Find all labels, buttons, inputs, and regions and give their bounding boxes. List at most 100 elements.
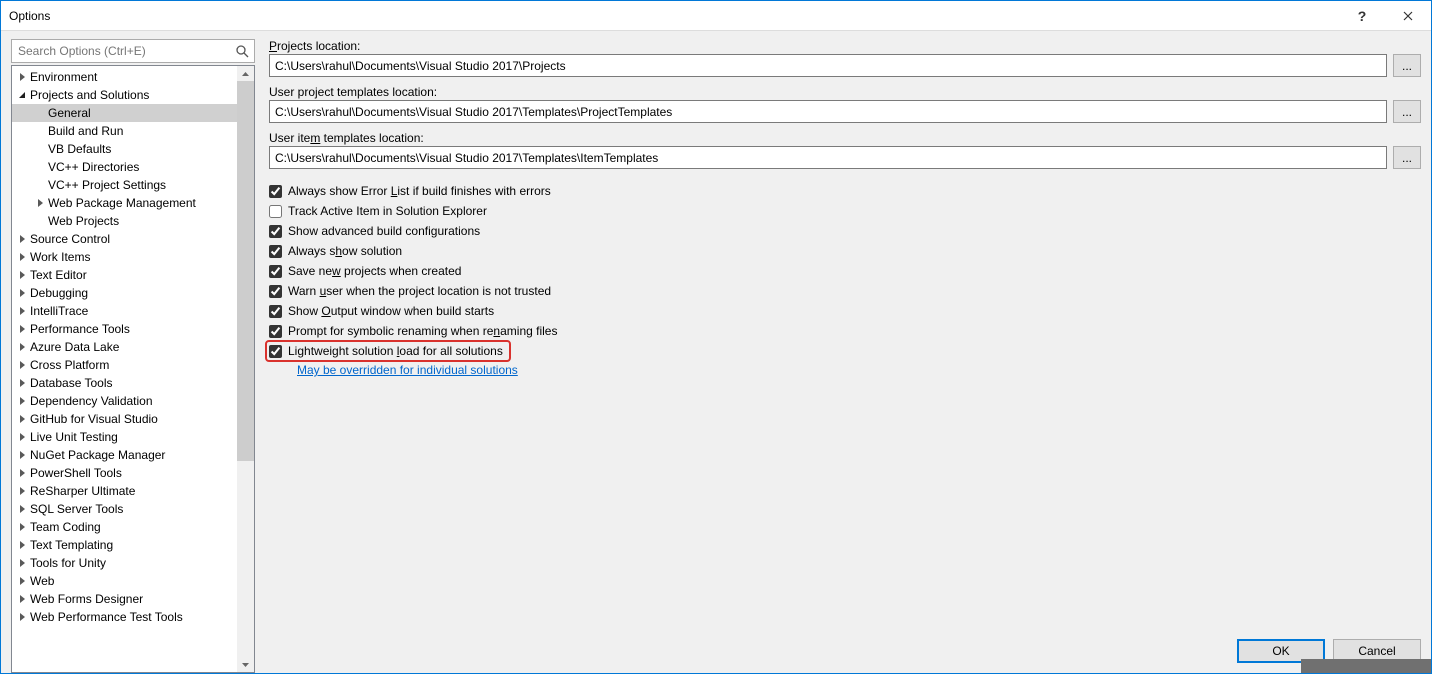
tree-item[interactable]: Performance Tools [12,320,254,338]
chevron-right-icon[interactable] [16,73,28,81]
checkbox[interactable] [269,225,282,238]
chevron-down-icon[interactable] [16,91,28,99]
tree-item[interactable]: Cross Platform [12,356,254,374]
tree-item[interactable]: ReSharper Ultimate [12,482,254,500]
checkbox-label[interactable]: Always show solution [288,244,402,258]
checkbox[interactable] [269,185,282,198]
title-bar: Options ? [1,1,1431,31]
tree-item[interactable]: Text Editor [12,266,254,284]
checkbox[interactable] [269,325,282,338]
tree-item[interactable]: VC++ Directories [12,158,254,176]
user-item-templates-browse[interactable]: ... [1393,146,1421,169]
chevron-right-icon[interactable] [16,433,28,441]
chevron-right-icon[interactable] [16,253,28,261]
tree-item[interactable]: Database Tools [12,374,254,392]
checkbox-row: Always show Error List if build finishes… [269,181,1421,201]
checkbox-label[interactable]: Lightweight solution load for all soluti… [288,344,503,358]
tree-item[interactable]: Dependency Validation [12,392,254,410]
chevron-right-icon[interactable] [16,469,28,477]
checkbox-label[interactable]: Track Active Item in Solution Explorer [288,204,487,218]
chevron-right-icon[interactable] [16,271,28,279]
user-item-templates-input[interactable] [269,146,1387,169]
scroll-up-arrow[interactable] [237,66,254,81]
override-link[interactable]: May be overridden for individual solutio… [269,361,1421,379]
tree-item[interactable]: Work Items [12,248,254,266]
chevron-right-icon[interactable] [16,613,28,621]
projects-location-input[interactable] [269,54,1387,77]
chevron-right-icon[interactable] [16,307,28,315]
close-button[interactable] [1385,1,1431,31]
checkbox[interactable] [269,205,282,218]
tree-item[interactable]: General [12,104,254,122]
tree-item-label: Cross Platform [28,356,109,374]
tree-item-label: VB Defaults [46,140,111,158]
tree-item[interactable]: Debugging [12,284,254,302]
help-button[interactable]: ? [1339,1,1385,31]
checkbox[interactable] [269,245,282,258]
scrollbar-thumb[interactable] [237,81,254,461]
checkbox-label[interactable]: Always show Error List if build finishes… [288,184,551,198]
tree-item[interactable]: Tools for Unity [12,554,254,572]
tree-item[interactable]: Source Control [12,230,254,248]
chevron-right-icon[interactable] [16,235,28,243]
chevron-right-icon[interactable] [16,289,28,297]
checkbox[interactable] [269,265,282,278]
checkbox-label[interactable]: Show advanced build configurations [288,224,480,238]
chevron-right-icon[interactable] [16,595,28,603]
chevron-right-icon[interactable] [34,199,46,207]
chevron-right-icon[interactable] [16,379,28,387]
chevron-right-icon[interactable] [16,397,28,405]
tree-item[interactable]: Web [12,572,254,590]
chevron-right-icon[interactable] [16,325,28,333]
checkbox-label[interactable]: Warn user when the project location is n… [288,284,551,298]
tree-item[interactable]: GitHub for Visual Studio [12,410,254,428]
checkbox[interactable] [269,345,282,358]
chevron-right-icon[interactable] [16,541,28,549]
tree-item[interactable]: VB Defaults [12,140,254,158]
chevron-right-icon[interactable] [16,523,28,531]
tree-item[interactable]: NuGet Package Manager [12,446,254,464]
checkbox-label[interactable]: Show Output window when build starts [288,304,494,318]
checkbox[interactable] [269,305,282,318]
tree-item[interactable]: Web Performance Test Tools [12,608,254,626]
checkbox-list: Always show Error List if build finishes… [269,181,1421,379]
user-proj-templates-browse[interactable]: ... [1393,100,1421,123]
checkbox-label[interactable]: Prompt for symbolic renaming when renami… [288,324,557,338]
chevron-right-icon[interactable] [16,361,28,369]
tree-item[interactable]: VC++ Project Settings [12,176,254,194]
tree-item[interactable]: Web Forms Designer [12,590,254,608]
tree-item[interactable]: Environment [12,68,254,86]
tree-item[interactable]: SQL Server Tools [12,500,254,518]
chevron-right-icon[interactable] [16,451,28,459]
chevron-right-icon[interactable] [16,505,28,513]
user-proj-templates-input[interactable] [269,100,1387,123]
chevron-right-icon[interactable] [16,559,28,567]
chevron-right-icon[interactable] [16,415,28,423]
search-box[interactable] [11,39,255,63]
left-column: EnvironmentProjects and SolutionsGeneral… [11,39,255,673]
tree-item[interactable]: PowerShell Tools [12,464,254,482]
chevron-right-icon[interactable] [16,577,28,585]
tree-item[interactable]: Build and Run [12,122,254,140]
checkbox-label[interactable]: Save new projects when created [288,264,461,278]
chevron-right-icon[interactable] [16,487,28,495]
tree-item[interactable]: Live Unit Testing [12,428,254,446]
scroll-down-arrow[interactable] [237,657,254,672]
tree-item-label: IntelliTrace [28,302,88,320]
scrollbar-track[interactable] [237,66,254,672]
tree-item-label: ReSharper Ultimate [28,482,135,500]
tree-item-label: VC++ Directories [46,158,139,176]
checkbox-row: Warn user when the project location is n… [269,281,1421,301]
projects-location-browse[interactable]: ... [1393,54,1421,77]
tree-item[interactable]: Web Projects [12,212,254,230]
chevron-right-icon[interactable] [16,343,28,351]
tree-item[interactable]: Azure Data Lake [12,338,254,356]
tree-item[interactable]: IntelliTrace [12,302,254,320]
tree-item-label: Live Unit Testing [28,428,118,446]
tree-item[interactable]: Projects and Solutions [12,86,254,104]
tree-item[interactable]: Text Templating [12,536,254,554]
checkbox[interactable] [269,285,282,298]
tree-item[interactable]: Team Coding [12,518,254,536]
tree-item[interactable]: Web Package Management [12,194,254,212]
search-input[interactable] [16,43,234,59]
